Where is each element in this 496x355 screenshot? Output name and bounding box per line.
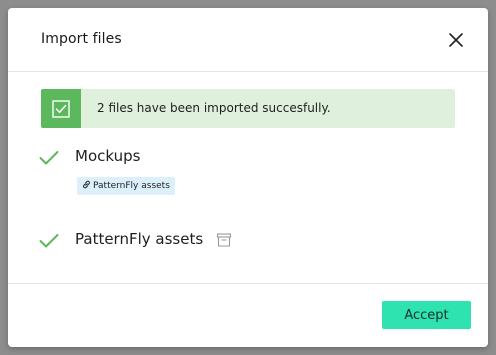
success-banner: 2 files have been imported succesfully.	[41, 89, 455, 128]
accept-button[interactable]: Accept	[382, 301, 471, 329]
dialog-header: Import files	[8, 8, 488, 72]
close-icon	[449, 33, 463, 47]
archive-icon	[216, 233, 232, 247]
linked-library-tag[interactable]: PatternFly assets	[77, 177, 175, 195]
file-name: Mockups	[75, 147, 141, 165]
import-files-dialog: Import files 2 files have been imported …	[8, 8, 488, 347]
dialog-title: Import files	[41, 31, 122, 47]
link-icon	[83, 180, 90, 189]
check-icon	[39, 151, 59, 165]
tag-label: PatternFly assets	[93, 181, 170, 191]
check-icon	[39, 234, 59, 248]
close-button[interactable]	[446, 30, 466, 50]
file-name: PatternFly assets	[75, 230, 204, 248]
success-icon-box	[41, 89, 81, 128]
checkbox-check-icon	[52, 100, 70, 118]
footer-divider	[8, 283, 488, 284]
success-message: 2 files have been imported succesfully.	[97, 101, 331, 115]
